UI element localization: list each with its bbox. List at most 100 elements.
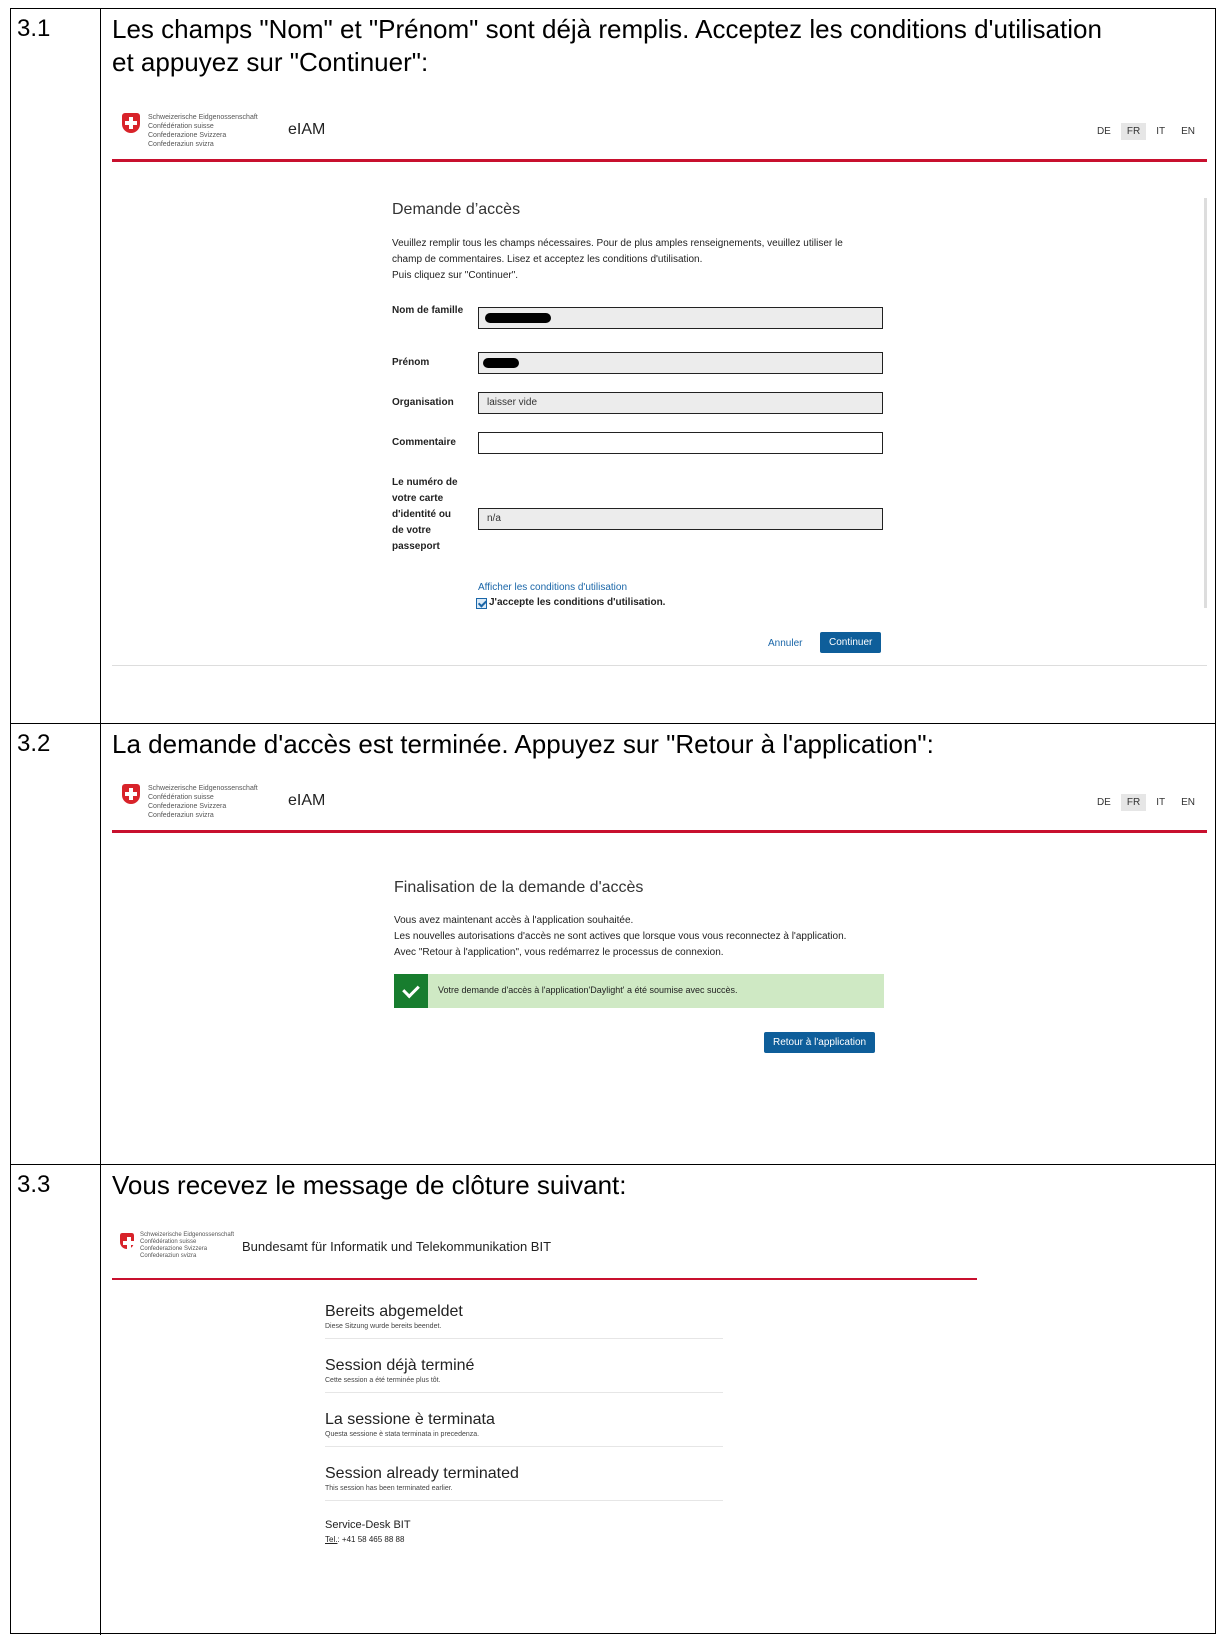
step-row-3-2: 3.2 La demande d'accès est terminée. App… (11, 724, 1215, 1165)
logo-line: Schweizerische Eidgenossenschaft (148, 114, 258, 121)
closing-message-screenshot: Schweizerische Eidgenossenschaft Confédé… (112, 1215, 977, 1615)
session-heading: Session déjà terminé (325, 1357, 475, 1374)
check-icon (477, 598, 488, 608)
step-row-3-1: 3.1 Les champs "Nom" et "Prénom" sont dé… (11, 9, 1215, 724)
swiss-shield-icon (122, 113, 140, 133)
intro-line: Veuillez remplir tous les champs nécessa… (392, 238, 843, 249)
commentaire-field[interactable] (478, 432, 883, 454)
label-id-number: Le numéro de votre carte d'identité ou d… (392, 477, 458, 552)
accept-label: J'accepte les conditions d'utilisation. (489, 597, 666, 608)
federal-administration-logo: Schweizerische Eidgenossenschaft Confédé… (148, 784, 258, 820)
step-number: 3.1 (17, 15, 51, 42)
logo-line: Schweizerische Eidgenossenschaft (148, 785, 258, 792)
final-message: Vous avez maintenant accès à l'applicati… (394, 913, 846, 961)
swiss-shield-icon (120, 1233, 135, 1249)
session-message-de: Bereits abgemeldet Diese Sitzung wurde b… (325, 1303, 723, 1339)
intro-line: Puis cliquez sur "Continuer". (392, 270, 519, 281)
form-area: Demande d’accès Veuillez remplir tous le… (112, 162, 1207, 666)
step-number-cell: 3.1 (11, 9, 101, 723)
terms-link[interactable]: Afficher les conditions d'utilisation (478, 582, 627, 593)
session-message-fr: Session déjà terminé Cette session a été… (325, 1357, 723, 1393)
lang-it[interactable]: IT (1150, 123, 1171, 140)
logo-line: Confédération suisse (148, 794, 214, 801)
lang-fr[interactable]: FR (1120, 794, 1147, 811)
lang-it[interactable]: IT (1150, 794, 1171, 811)
session-subtext: Cette session a été terminée plus tôt. (325, 1377, 441, 1384)
continue-button[interactable]: Continuer (820, 632, 882, 653)
session-subtext: Questa sessione è stata terminata in pre… (325, 1431, 480, 1438)
app-name: eIAM (288, 792, 326, 809)
step-number: 3.3 (17, 1171, 51, 1198)
back-to-app-button[interactable]: Retour à l'application (764, 1032, 876, 1053)
app-name: eIAM (288, 121, 326, 138)
accept-checkbox[interactable] (476, 598, 488, 609)
label-organisation: Organisation (392, 397, 454, 408)
federal-administration-logo: Schweizerische Eidgenossenschaft Confédé… (148, 113, 258, 149)
lang-de[interactable]: DE (1091, 123, 1117, 140)
step-row-3-3: 3.3 Vous recevez le message de clôture s… (11, 1165, 1215, 1635)
success-message: Votre demande d'accès à l'application'Da… (438, 985, 738, 995)
logo-line: Confédération suisse (140, 1239, 197, 1245)
access-request-screenshot: Schweizerische Eidgenossenschaft Confédé… (112, 105, 1207, 666)
organisation-field[interactable]: laisser vide (478, 392, 883, 414)
label-prenom: Prénom (392, 357, 430, 368)
label-commentaire: Commentaire (392, 437, 456, 448)
service-desk: Service-Desk BIT (325, 1519, 411, 1531)
organisation-name: Bundesamt für Informatik und Telekommuni… (242, 1239, 552, 1254)
finalisation-area: Finalisation de la demande d'accès Vous … (112, 833, 1207, 1098)
checkmark-icon (394, 974, 428, 1008)
redaction-bar (485, 313, 551, 323)
instruction-table: 3.1 Les champs "Nom" et "Prénom" sont dé… (10, 8, 1216, 1635)
session-heading: Session already terminated (325, 1465, 519, 1482)
step-instruction: Les champs "Nom" et "Prénom" sont déjà r… (112, 14, 1102, 77)
success-alert: Votre demande d'accès à l'application'Da… (394, 974, 884, 1008)
lang-en[interactable]: EN (1175, 123, 1201, 140)
logo-line: Schweizerische Eidgenossenschaft (140, 1232, 235, 1238)
intro-line: champ de commentaires. Lisez et acceptez… (392, 254, 703, 265)
message-line: Avec "Retour à l'application", vous redé… (394, 947, 724, 958)
message-line: Les nouvelles autorisations d'accès ne s… (394, 931, 847, 942)
session-message-en: Session already terminated This session … (325, 1465, 723, 1501)
logo-line: Confederazione Svizzera (148, 132, 227, 139)
lang-en[interactable]: EN (1175, 794, 1201, 811)
session-message-it: La sessione è terminata Questa sessione … (325, 1411, 723, 1447)
session-heading: La sessione è terminata (325, 1411, 495, 1428)
logo-line: Confederaziun svizra (148, 141, 214, 148)
prenom-field[interactable] (478, 352, 883, 374)
logo-line: Confederazione Svizzera (140, 1246, 208, 1252)
eiam-header: Schweizerische Eidgenossenschaft Confédé… (112, 105, 1207, 162)
label-nom: Nom de famille (392, 305, 464, 316)
logo-line: Confédération suisse (148, 123, 214, 130)
language-switcher: DE FR IT EN (1087, 794, 1201, 811)
id-number-field[interactable]: n/a (478, 508, 883, 530)
logo-line: Confederaziun svizra (140, 1253, 197, 1259)
logo-line: Confederaziun svizra (148, 812, 214, 819)
step-number-cell: 3.2 (11, 724, 101, 1164)
language-switcher: DE FR IT EN (1087, 123, 1201, 140)
lang-de[interactable]: DE (1091, 794, 1117, 811)
form-intro: Veuillez remplir tous les champs nécessa… (392, 236, 843, 284)
step-number: 3.2 (17, 730, 51, 757)
finalisation-screenshot: Schweizerische Eidgenossenschaft Confédé… (112, 776, 1207, 1098)
step-instruction: Vous recevez le message de clôture suiva… (112, 1170, 627, 1200)
message-line: Vous avez maintenant accès à l'applicati… (394, 915, 634, 926)
swiss-shield-icon (122, 784, 140, 804)
service-desk-phone: Tel.: +41 58 465 88 88 (325, 1535, 404, 1544)
page-title: Finalisation de la demande d'accès (394, 879, 644, 896)
federal-administration-logo: Schweizerische Eidgenossenschaft Confédé… (140, 1232, 234, 1260)
step-instruction: La demande d'accès est terminée. Appuyez… (112, 729, 934, 759)
cancel-link[interactable]: Annuler (768, 638, 802, 649)
nom-field[interactable] (478, 307, 883, 329)
page-title: Demande d’accès (392, 201, 521, 218)
eiam-header: Schweizerische Eidgenossenschaft Confédé… (112, 776, 1207, 833)
lang-fr[interactable]: FR (1120, 123, 1147, 140)
tel-number: : +41 58 465 88 88 (337, 1535, 405, 1544)
session-heading: Bereits abgemeldet (325, 1303, 463, 1320)
tel-link[interactable]: Tel. (325, 1535, 337, 1544)
redaction-bar (483, 358, 519, 368)
logo-line: Confederazione Svizzera (148, 803, 227, 810)
step-number-cell: 3.3 (11, 1165, 101, 1635)
session-subtext: This session has been terminated earlier… (325, 1485, 453, 1492)
scrollbar[interactable] (1204, 198, 1207, 608)
session-subtext: Diese Sitzung wurde bereits beendet. (325, 1323, 442, 1330)
